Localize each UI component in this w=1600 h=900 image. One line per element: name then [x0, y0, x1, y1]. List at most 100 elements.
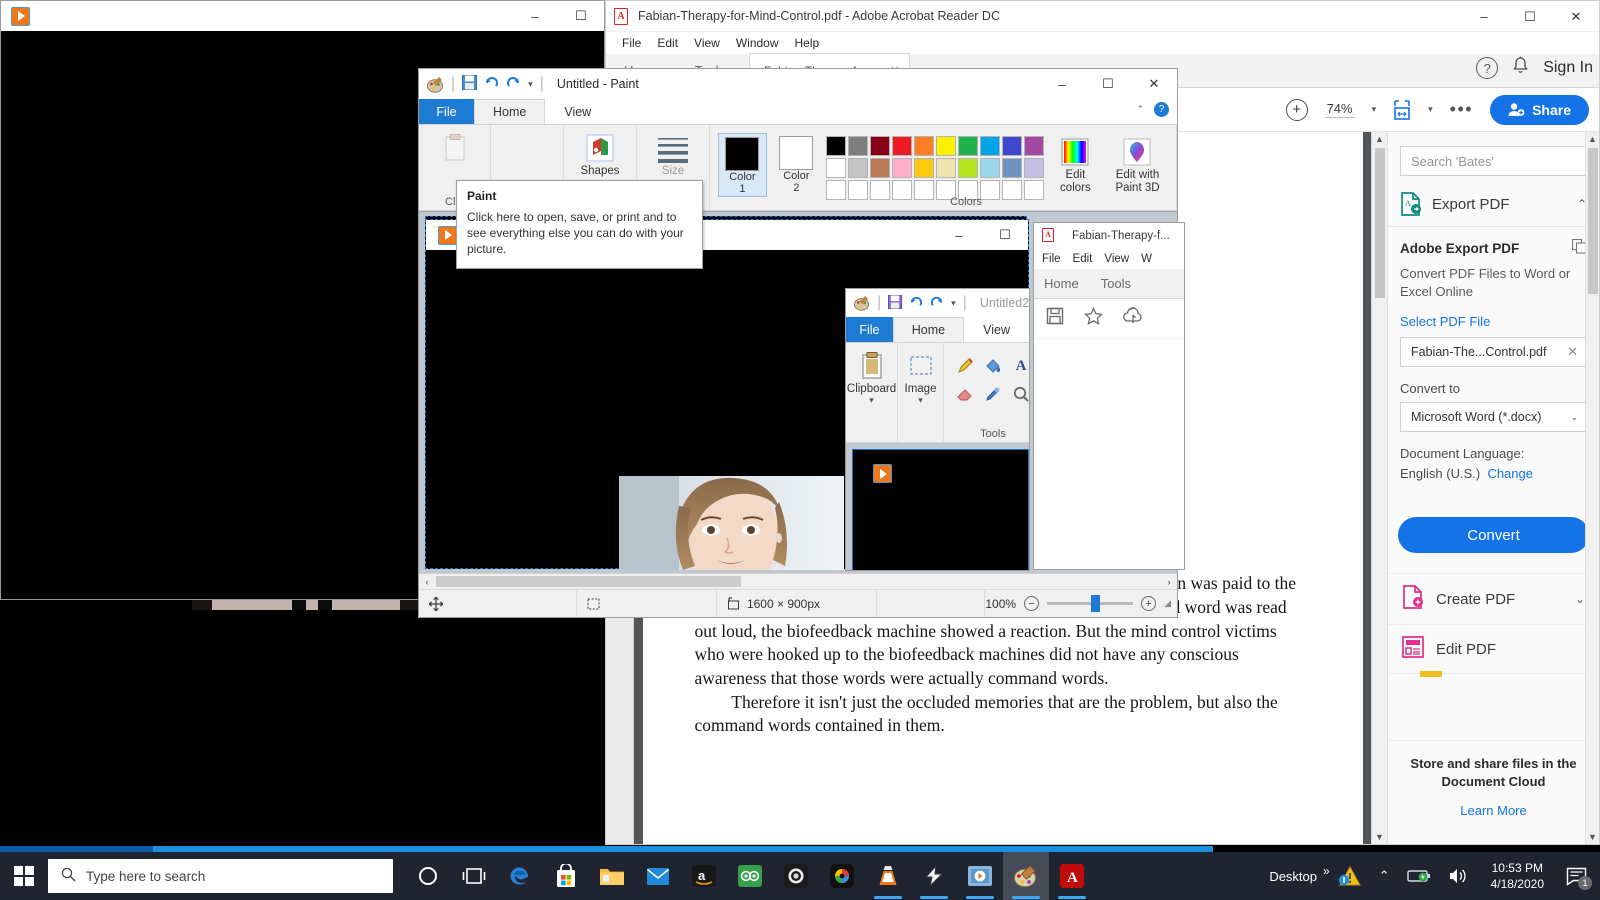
acrobat-mini-window[interactable]: A Fabian-Therapy-f... File Edit View W H…: [1033, 222, 1185, 570]
palette-swatch-r1-c4[interactable]: [891, 136, 912, 156]
taskbar-edge-icon[interactable]: [497, 852, 543, 900]
palette-swatch-r3-c1[interactable]: [825, 180, 846, 200]
paint-save-icon[interactable]: [462, 75, 478, 93]
paint2-tab-view[interactable]: View: [964, 317, 1029, 342]
paint2-ribbon-tabs[interactable]: File Home View: [846, 317, 1029, 343]
zoom-slider-thumb[interactable]: [1091, 595, 1101, 612]
tray-overflow-icon[interactable]: »: [1323, 864, 1330, 878]
paint2-canvas[interactable]: [852, 449, 1029, 570]
menu-edit[interactable]: Edit: [649, 34, 686, 52]
scroll-up-arrow-icon[interactable]: ▲: [1375, 134, 1384, 144]
palette-swatch-r2-c7[interactable]: [957, 158, 978, 178]
save-icon[interactable]: [1046, 307, 1064, 330]
mini-menu-window[interactable]: W: [1141, 253, 1152, 265]
help-icon[interactable]: ?: [1476, 57, 1499, 79]
taskbar-mail-icon[interactable]: [635, 852, 681, 900]
upload-cloud-icon[interactable]: [1123, 306, 1143, 330]
color-2-swatch[interactable]: [779, 136, 814, 170]
media-player-1-titlebar[interactable]: – ☐: [1, 1, 604, 31]
chevron-down-icon[interactable]: ⌄: [1570, 412, 1578, 423]
paint-tab-home[interactable]: Home: [474, 99, 546, 124]
paint2-group-clipboard[interactable]: Clipboard ▾: [846, 343, 898, 442]
paint-ribbon-tabs[interactable]: File Home View ⌃ ?: [419, 99, 1177, 125]
paint2-tab-file[interactable]: File: [846, 317, 893, 342]
paint-ribbon-collapse-icon[interactable]: ⌃: [1136, 104, 1144, 115]
export-pdf-header[interactable]: A Export PDF ⌃: [1388, 182, 1599, 227]
fit-page-icon[interactable]: [1393, 99, 1411, 120]
create-pdf-caret-icon[interactable]: ⌄: [1575, 592, 1585, 606]
cloud-learn-more-link[interactable]: Learn More: [1404, 803, 1583, 818]
palette-swatch-r2-c1[interactable]: [825, 158, 846, 178]
mini-tab-home[interactable]: Home: [1044, 276, 1079, 291]
hscroll-thumb[interactable]: [436, 576, 741, 587]
zoom-level-value[interactable]: 74%: [1324, 101, 1355, 118]
paint-close-button[interactable]: ✕: [1131, 69, 1177, 99]
pdf-vertical-scrollbar[interactable]: ▲ ▼: [1371, 132, 1387, 844]
palette-swatch-r3-c2[interactable]: [847, 180, 868, 200]
acrobat-account-area[interactable]: ? Sign In: [1476, 56, 1593, 80]
paint2-clipboard-button[interactable]: Clipboard ▾: [847, 347, 896, 406]
palette-swatch-r1-c1[interactable]: [825, 136, 846, 156]
pane-scroll-down-icon[interactable]: ▼: [1588, 832, 1597, 842]
mp1-minimize-button[interactable]: –: [512, 1, 558, 31]
taskbar-clock[interactable]: 10:53 PM 4/18/2020: [1479, 860, 1556, 892]
paint2-tab-home[interactable]: Home: [892, 317, 965, 342]
convert-to-select[interactable]: Microsoft Word (*.docx) ⌄: [1400, 402, 1587, 433]
fit-dropdown-caret-icon[interactable]: ▾: [1428, 104, 1433, 115]
palette-swatch-r2-c5[interactable]: [913, 158, 934, 178]
taskbar-adobe-acrobat-icon[interactable]: A: [1049, 852, 1095, 900]
acrobat-mini-document-area[interactable]: [1034, 339, 1184, 569]
paint-customize-qat-icon[interactable]: ▾: [528, 79, 533, 90]
more-tools-icon[interactable]: •••: [1450, 99, 1473, 120]
paint2-undo-icon[interactable]: [909, 295, 923, 312]
paint-tab-view[interactable]: View: [545, 99, 610, 124]
resize-grip-icon[interactable]: ◢: [1164, 598, 1171, 609]
convert-button[interactable]: Convert: [1398, 517, 1589, 554]
taskbar-vlc-media-player-icon[interactable]: [865, 852, 911, 900]
mini-tab-tools[interactable]: Tools: [1101, 276, 1131, 291]
paint2-group-image[interactable]: Image ▾: [898, 343, 944, 442]
zoom-dropdown-caret-icon[interactable]: ▾: [1372, 104, 1377, 115]
paint-titlebar[interactable]: | ▾ | Untitled - Paint – ☐ ✕: [419, 69, 1177, 99]
text-icon[interactable]: A: [1008, 353, 1029, 379]
notification-bell-icon[interactable]: [1512, 56, 1529, 80]
mp2-minimize-button[interactable]: –: [936, 220, 982, 250]
paint-window-second[interactable]: | ▾ | Untitled23 File Home View Clipboar…: [845, 288, 1030, 571]
palette-swatch-r1-c10[interactable]: [1023, 136, 1044, 156]
acrobat-window-controls[interactable]: – ☐ ✕: [1461, 1, 1599, 32]
taskbar-microsoft-store-icon[interactable]: [543, 852, 589, 900]
ribbon-group-colors[interactable]: Color 1 Color 2 Edit colors Edit with Pa…: [710, 125, 1177, 210]
paint2-ribbon[interactable]: Clipboard ▾ Image ▾ A Tools: [846, 343, 1029, 443]
palette-swatch-r1-c9[interactable]: [1001, 136, 1022, 156]
selected-file-chip[interactable]: Fabian-The...Control.pdf ✕: [1400, 337, 1587, 368]
paint-undo-icon[interactable]: [484, 75, 499, 93]
paint2-customize-qat-icon[interactable]: ▾: [951, 298, 956, 309]
paint2-image-caret-icon[interactable]: ▾: [918, 395, 923, 406]
paint-tab-file[interactable]: File: [419, 99, 474, 124]
palette-swatch-r2-c4[interactable]: [891, 158, 912, 178]
acrobat-minimize-button[interactable]: –: [1461, 1, 1507, 32]
paint2-clipboard-caret-icon[interactable]: ▾: [869, 395, 874, 406]
taskbar-amazon-icon[interactable]: a: [681, 852, 727, 900]
menu-view[interactable]: View: [686, 34, 728, 52]
mini-menu-edit[interactable]: Edit: [1073, 253, 1093, 265]
taskbar-system-tray[interactable]: Desktop » ⌃ 10:53 PM 4/18/2020 1: [1263, 852, 1600, 900]
start-button[interactable]: [0, 852, 48, 900]
hscroll-left-arrow-icon[interactable]: ‹: [419, 577, 435, 587]
paint-horizontal-scrollbar[interactable]: ‹ ›: [419, 573, 1177, 589]
palette-swatch-r1-c6[interactable]: [935, 136, 956, 156]
desktop-peek-label[interactable]: Desktop: [1263, 869, 1323, 884]
palette-swatch-r3-c10[interactable]: [1023, 180, 1044, 200]
paint-help-icon[interactable]: ?: [1154, 102, 1169, 117]
scroll-down-arrow-icon[interactable]: ▼: [1375, 832, 1384, 842]
acrobat-mini-titlebar[interactable]: A Fabian-Therapy-f...: [1034, 223, 1184, 249]
share-button[interactable]: Share: [1490, 94, 1589, 125]
pane-scroll-up-icon[interactable]: ▲: [1588, 134, 1597, 144]
remove-file-icon[interactable]: ✕: [1567, 344, 1578, 360]
taskbar-paint-icon[interactable]: [1003, 852, 1049, 900]
eraser-icon[interactable]: [952, 381, 978, 407]
tools-pane-scrollbar[interactable]: ▲ ▼: [1585, 132, 1599, 844]
mp2-maximize-button[interactable]: ☐: [982, 220, 1028, 250]
acrobat-mini-toolbar[interactable]: [1034, 299, 1184, 339]
palette-swatch-r1-c7[interactable]: [957, 136, 978, 156]
